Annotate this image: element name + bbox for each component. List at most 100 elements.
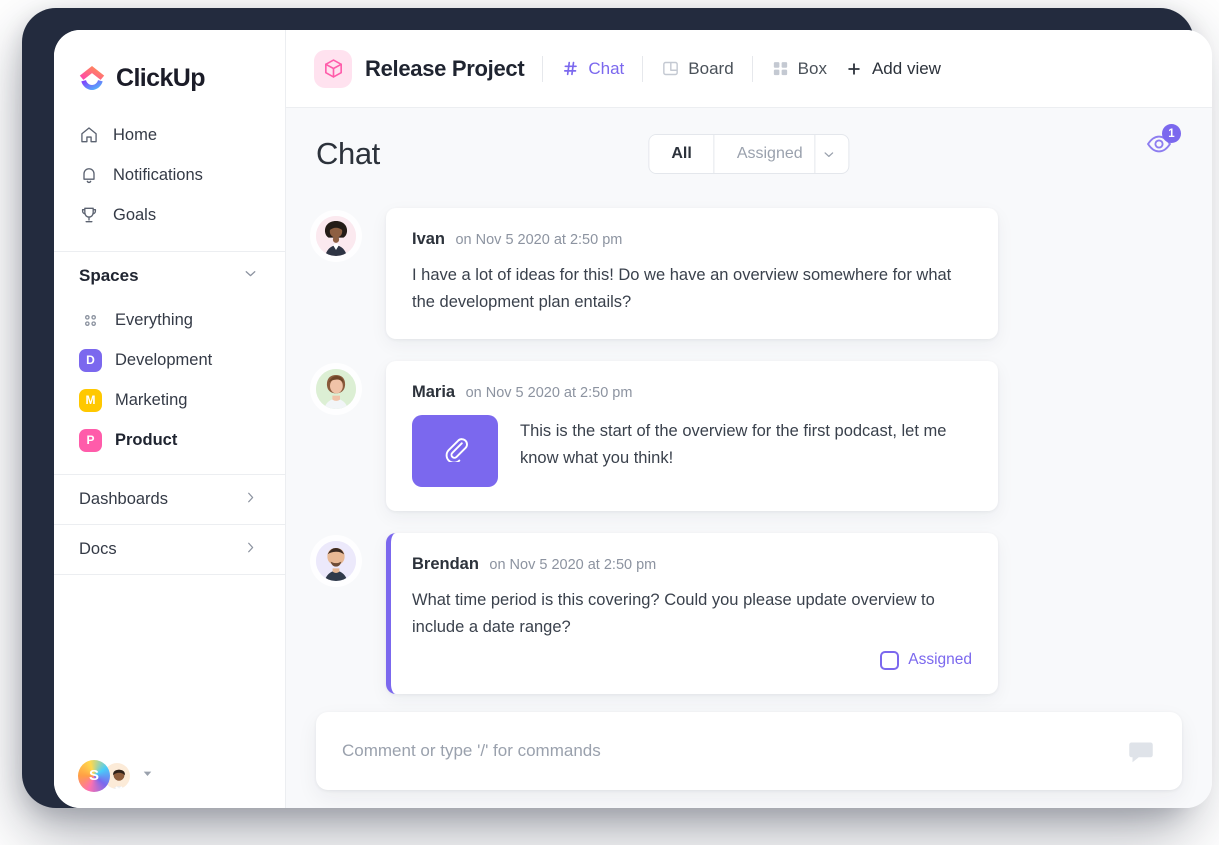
sidebar-item-development[interactable]: D Development [54, 340, 285, 380]
message-text: What time period is this covering? Could… [412, 591, 935, 637]
sidebar-item-label: Home [113, 125, 158, 144]
avatar[interactable] [316, 216, 356, 256]
grid-dots-icon [79, 309, 102, 332]
space-label: Product [115, 430, 178, 449]
spaces-list: Everything D Development M Marketing P P… [54, 300, 285, 460]
space-badge: D [79, 348, 102, 372]
spaces-title: Spaces [79, 266, 139, 285]
sidebar-item-home[interactable]: Home [54, 115, 285, 155]
main-area: Release Project Chat Board Box Add view … [286, 30, 1212, 808]
tab-box[interactable]: Box [771, 59, 827, 79]
tab-label: Board [688, 58, 734, 78]
content-area: Chat All Assigned 1 Ivan on Nov 5 2020 a… [286, 108, 1212, 808]
assigned-checkbox[interactable] [880, 650, 900, 670]
chevron-down-icon[interactable] [242, 265, 259, 287]
page-header: Chat All Assigned 1 [316, 108, 1182, 200]
divider [542, 55, 544, 82]
bell-icon [79, 165, 99, 185]
sidebar-item-goals[interactable]: Goals [54, 195, 285, 235]
page-title: Release Project [365, 55, 525, 81]
trophy-icon [79, 205, 99, 225]
message-card: Brendan on Nov 5 2020 at 2:50 pm What ti… [386, 533, 998, 694]
workspace-initial: S [88, 767, 99, 784]
assigned-control: Assigned [412, 650, 972, 670]
divider [642, 55, 644, 82]
chevron-right-icon[interactable] [242, 489, 259, 511]
space-badge: M [79, 388, 102, 412]
sidebar-item-everything[interactable]: Everything [54, 300, 285, 340]
sidebar-item-dashboards[interactable]: Dashboards [54, 474, 285, 524]
message-timestamp: on Nov 5 2020 at 2:50 pm [465, 385, 633, 402]
message-item: Brendan on Nov 5 2020 at 2:50 pm What ti… [316, 533, 1182, 694]
chevron-right-icon[interactable] [242, 539, 259, 561]
assigned-label: Assigned [908, 651, 972, 669]
message-text: I have a lot of ideas for this! Do we ha… [412, 266, 952, 311]
filter-all-label: All [671, 145, 692, 162]
clickup-logo-icon [77, 63, 107, 93]
filter-toggle: All Assigned [648, 134, 850, 174]
divider [751, 55, 753, 82]
message-meta: Maria on Nov 5 2020 at 2:50 pm [412, 383, 972, 402]
attachment-thumbnail[interactable] [412, 415, 498, 488]
spaces-header[interactable]: Spaces [54, 252, 285, 300]
message-list: Ivan on Nov 5 2020 at 2:50 pm I have a l… [316, 200, 1182, 694]
message-text: This is the start of the overview for th… [520, 422, 947, 468]
message-author: Ivan [412, 230, 446, 248]
tab-chat[interactable]: Chat [561, 59, 624, 79]
sidebar-item-label: Dashboards [79, 490, 168, 508]
add-view-label: Add view [871, 58, 941, 78]
caret-down-icon[interactable] [141, 767, 154, 785]
tab-label: Box [797, 58, 827, 78]
watchers-count-badge: 1 [1162, 124, 1181, 143]
message-timestamp: on Nov 5 2020 at 2:50 pm [489, 557, 657, 574]
filter-assigned-button[interactable]: Assigned [713, 135, 815, 173]
message-author: Brendan [412, 555, 479, 574]
sidebar-item-label: Goals [113, 205, 157, 224]
filter-all-button[interactable]: All [649, 135, 714, 173]
space-label: Development [115, 350, 213, 369]
sidebar: ClickUp Home Notifications Goals Spaces … [54, 30, 286, 808]
sidebar-footer: S [54, 742, 285, 808]
sidebar-item-label: Docs [79, 540, 117, 558]
comment-bubble-icon[interactable] [1126, 736, 1156, 766]
sidebar-item-label: Notifications [113, 165, 203, 184]
space-label: Marketing [115, 390, 188, 409]
message-meta: Ivan on Nov 5 2020 at 2:50 pm [412, 230, 972, 249]
message-timestamp: on Nov 5 2020 at 2:50 pm [455, 232, 623, 248]
brand-logo[interactable]: ClickUp [54, 30, 285, 93]
eye-icon [1142, 135, 1176, 162]
sidebar-item-docs[interactable]: Docs [54, 524, 285, 574]
comment-input[interactable] [342, 741, 1112, 761]
chevron-down-icon[interactable] [814, 135, 849, 173]
sidebar-item-product[interactable]: P Product [54, 420, 285, 460]
workspace-avatar[interactable]: S [78, 759, 110, 792]
chat-title: Chat [316, 136, 380, 171]
app-window: ClickUp Home Notifications Goals Spaces … [54, 30, 1212, 808]
message-card: Ivan on Nov 5 2020 at 2:50 pm I have a l… [386, 208, 998, 340]
box-cube-icon [314, 49, 352, 88]
space-label: Everything [115, 310, 193, 329]
sidebar-item-notifications[interactable]: Notifications [54, 155, 285, 195]
watchers-button[interactable]: 1 [1142, 124, 1181, 163]
tab-board[interactable]: Board [661, 58, 734, 79]
message-item: Ivan on Nov 5 2020 at 2:50 pm I have a l… [316, 208, 1182, 340]
paperclip-icon [442, 435, 469, 467]
plus-icon [845, 60, 863, 78]
primary-nav: Home Notifications Goals [54, 115, 285, 235]
message-attachment-row: This is the start of the overview for th… [412, 415, 972, 488]
message-item: Maria on Nov 5 2020 at 2:50 pm This is t… [316, 361, 1182, 512]
topbar: Release Project Chat Board Box Add view [286, 30, 1212, 108]
message-card: Maria on Nov 5 2020 at 2:50 pm This is t… [386, 361, 998, 512]
space-badge: P [79, 428, 102, 452]
sidebar-item-marketing[interactable]: M Marketing [54, 380, 285, 420]
brand-name: ClickUp [116, 63, 205, 92]
message-meta: Brendan on Nov 5 2020 at 2:50 pm [412, 555, 972, 574]
add-view-button[interactable]: Add view [845, 59, 941, 79]
hash-icon [561, 59, 580, 78]
avatar[interactable] [316, 369, 356, 410]
grid-squares-icon [771, 59, 790, 78]
tab-label: Chat [588, 58, 625, 78]
filter-assigned-label: Assigned [736, 145, 803, 162]
message-author: Maria [412, 383, 456, 402]
avatar[interactable] [316, 541, 356, 582]
